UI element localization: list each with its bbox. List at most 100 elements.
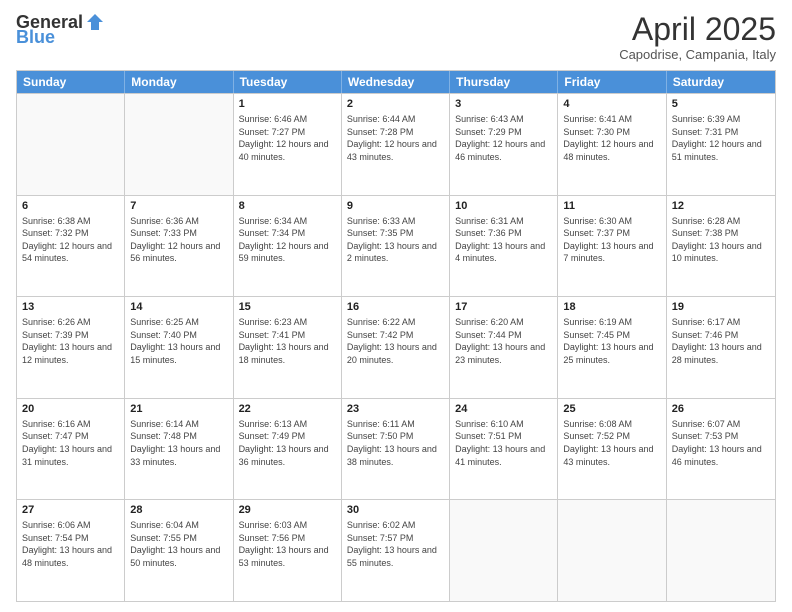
day-number: 27 <box>22 503 119 518</box>
day-info: Sunrise: 6:30 AM Sunset: 7:37 PM Dayligh… <box>563 215 660 265</box>
day-info: Sunrise: 6:20 AM Sunset: 7:44 PM Dayligh… <box>455 316 552 366</box>
calendar-day-8: 8Sunrise: 6:34 AM Sunset: 7:34 PM Daylig… <box>234 196 342 297</box>
day-number: 7 <box>130 199 227 214</box>
day-info: Sunrise: 6:11 AM Sunset: 7:50 PM Dayligh… <box>347 418 444 468</box>
day-info: Sunrise: 6:22 AM Sunset: 7:42 PM Dayligh… <box>347 316 444 366</box>
day-number: 11 <box>563 199 660 214</box>
day-info: Sunrise: 6:07 AM Sunset: 7:53 PM Dayligh… <box>672 418 770 468</box>
title-section: April 2025 Capodrise, Campania, Italy <box>619 12 776 62</box>
header-day-sunday: Sunday <box>17 71 125 93</box>
day-number: 1 <box>239 97 336 112</box>
calendar-day-12: 12Sunrise: 6:28 AM Sunset: 7:38 PM Dayli… <box>667 196 775 297</box>
calendar-empty-cell <box>558 500 666 601</box>
calendar-empty-cell <box>667 500 775 601</box>
title-location: Capodrise, Campania, Italy <box>619 47 776 62</box>
day-number: 4 <box>563 97 660 112</box>
header-day-wednesday: Wednesday <box>342 71 450 93</box>
day-number: 13 <box>22 300 119 315</box>
calendar-day-13: 13Sunrise: 6:26 AM Sunset: 7:39 PM Dayli… <box>17 297 125 398</box>
logo: General Blue <box>16 12 105 46</box>
day-info: Sunrise: 6:10 AM Sunset: 7:51 PM Dayligh… <box>455 418 552 468</box>
day-number: 20 <box>22 402 119 417</box>
calendar-day-27: 27Sunrise: 6:06 AM Sunset: 7:54 PM Dayli… <box>17 500 125 601</box>
day-info: Sunrise: 6:43 AM Sunset: 7:29 PM Dayligh… <box>455 113 552 163</box>
header-day-monday: Monday <box>125 71 233 93</box>
calendar-day-17: 17Sunrise: 6:20 AM Sunset: 7:44 PM Dayli… <box>450 297 558 398</box>
day-number: 29 <box>239 503 336 518</box>
day-number: 23 <box>347 402 444 417</box>
calendar-day-14: 14Sunrise: 6:25 AM Sunset: 7:40 PM Dayli… <box>125 297 233 398</box>
day-info: Sunrise: 6:25 AM Sunset: 7:40 PM Dayligh… <box>130 316 227 366</box>
day-info: Sunrise: 6:23 AM Sunset: 7:41 PM Dayligh… <box>239 316 336 366</box>
calendar-week-5: 27Sunrise: 6:06 AM Sunset: 7:54 PM Dayli… <box>17 499 775 601</box>
day-info: Sunrise: 6:19 AM Sunset: 7:45 PM Dayligh… <box>563 316 660 366</box>
calendar-day-10: 10Sunrise: 6:31 AM Sunset: 7:36 PM Dayli… <box>450 196 558 297</box>
calendar-day-23: 23Sunrise: 6:11 AM Sunset: 7:50 PM Dayli… <box>342 399 450 500</box>
day-number: 2 <box>347 97 444 112</box>
day-info: Sunrise: 6:44 AM Sunset: 7:28 PM Dayligh… <box>347 113 444 163</box>
calendar-empty-cell <box>125 94 233 195</box>
header-day-thursday: Thursday <box>450 71 558 93</box>
calendar-day-26: 26Sunrise: 6:07 AM Sunset: 7:53 PM Dayli… <box>667 399 775 500</box>
title-month: April 2025 <box>619 12 776 47</box>
header-day-friday: Friday <box>558 71 666 93</box>
day-info: Sunrise: 6:31 AM Sunset: 7:36 PM Dayligh… <box>455 215 552 265</box>
day-number: 10 <box>455 199 552 214</box>
logo-icon <box>85 12 105 32</box>
day-info: Sunrise: 6:04 AM Sunset: 7:55 PM Dayligh… <box>130 519 227 569</box>
day-number: 9 <box>347 199 444 214</box>
calendar-day-11: 11Sunrise: 6:30 AM Sunset: 7:37 PM Dayli… <box>558 196 666 297</box>
calendar-day-20: 20Sunrise: 6:16 AM Sunset: 7:47 PM Dayli… <box>17 399 125 500</box>
calendar-day-18: 18Sunrise: 6:19 AM Sunset: 7:45 PM Dayli… <box>558 297 666 398</box>
day-number: 15 <box>239 300 336 315</box>
day-info: Sunrise: 6:02 AM Sunset: 7:57 PM Dayligh… <box>347 519 444 569</box>
day-number: 17 <box>455 300 552 315</box>
page: General Blue April 2025 Capodrise, Campa… <box>0 0 792 612</box>
day-info: Sunrise: 6:14 AM Sunset: 7:48 PM Dayligh… <box>130 418 227 468</box>
calendar-day-29: 29Sunrise: 6:03 AM Sunset: 7:56 PM Dayli… <box>234 500 342 601</box>
day-number: 14 <box>130 300 227 315</box>
calendar-day-28: 28Sunrise: 6:04 AM Sunset: 7:55 PM Dayli… <box>125 500 233 601</box>
calendar-empty-cell <box>450 500 558 601</box>
day-info: Sunrise: 6:38 AM Sunset: 7:32 PM Dayligh… <box>22 215 119 265</box>
calendar-day-7: 7Sunrise: 6:36 AM Sunset: 7:33 PM Daylig… <box>125 196 233 297</box>
day-number: 22 <box>239 402 336 417</box>
calendar-day-21: 21Sunrise: 6:14 AM Sunset: 7:48 PM Dayli… <box>125 399 233 500</box>
day-info: Sunrise: 6:36 AM Sunset: 7:33 PM Dayligh… <box>130 215 227 265</box>
day-number: 8 <box>239 199 336 214</box>
day-number: 3 <box>455 97 552 112</box>
day-info: Sunrise: 6:28 AM Sunset: 7:38 PM Dayligh… <box>672 215 770 265</box>
day-info: Sunrise: 6:03 AM Sunset: 7:56 PM Dayligh… <box>239 519 336 569</box>
calendar-day-1: 1Sunrise: 6:46 AM Sunset: 7:27 PM Daylig… <box>234 94 342 195</box>
day-number: 28 <box>130 503 227 518</box>
calendar-day-16: 16Sunrise: 6:22 AM Sunset: 7:42 PM Dayli… <box>342 297 450 398</box>
day-info: Sunrise: 6:46 AM Sunset: 7:27 PM Dayligh… <box>239 113 336 163</box>
day-info: Sunrise: 6:41 AM Sunset: 7:30 PM Dayligh… <box>563 113 660 163</box>
calendar-day-2: 2Sunrise: 6:44 AM Sunset: 7:28 PM Daylig… <box>342 94 450 195</box>
calendar-day-30: 30Sunrise: 6:02 AM Sunset: 7:57 PM Dayli… <box>342 500 450 601</box>
logo-blue: Blue <box>16 28 55 46</box>
day-info: Sunrise: 6:34 AM Sunset: 7:34 PM Dayligh… <box>239 215 336 265</box>
day-number: 16 <box>347 300 444 315</box>
day-number: 19 <box>672 300 770 315</box>
calendar-day-5: 5Sunrise: 6:39 AM Sunset: 7:31 PM Daylig… <box>667 94 775 195</box>
calendar-day-24: 24Sunrise: 6:10 AM Sunset: 7:51 PM Dayli… <box>450 399 558 500</box>
calendar-week-2: 6Sunrise: 6:38 AM Sunset: 7:32 PM Daylig… <box>17 195 775 297</box>
day-number: 5 <box>672 97 770 112</box>
calendar-empty-cell <box>17 94 125 195</box>
day-info: Sunrise: 6:13 AM Sunset: 7:49 PM Dayligh… <box>239 418 336 468</box>
calendar: SundayMondayTuesdayWednesdayThursdayFrid… <box>16 70 776 602</box>
calendar-week-4: 20Sunrise: 6:16 AM Sunset: 7:47 PM Dayli… <box>17 398 775 500</box>
day-number: 12 <box>672 199 770 214</box>
day-info: Sunrise: 6:17 AM Sunset: 7:46 PM Dayligh… <box>672 316 770 366</box>
day-info: Sunrise: 6:08 AM Sunset: 7:52 PM Dayligh… <box>563 418 660 468</box>
calendar-day-9: 9Sunrise: 6:33 AM Sunset: 7:35 PM Daylig… <box>342 196 450 297</box>
day-number: 18 <box>563 300 660 315</box>
day-info: Sunrise: 6:33 AM Sunset: 7:35 PM Dayligh… <box>347 215 444 265</box>
calendar-week-1: 1Sunrise: 6:46 AM Sunset: 7:27 PM Daylig… <box>17 93 775 195</box>
day-number: 21 <box>130 402 227 417</box>
calendar-day-4: 4Sunrise: 6:41 AM Sunset: 7:30 PM Daylig… <box>558 94 666 195</box>
day-info: Sunrise: 6:16 AM Sunset: 7:47 PM Dayligh… <box>22 418 119 468</box>
day-info: Sunrise: 6:39 AM Sunset: 7:31 PM Dayligh… <box>672 113 770 163</box>
header: General Blue April 2025 Capodrise, Campa… <box>16 12 776 62</box>
